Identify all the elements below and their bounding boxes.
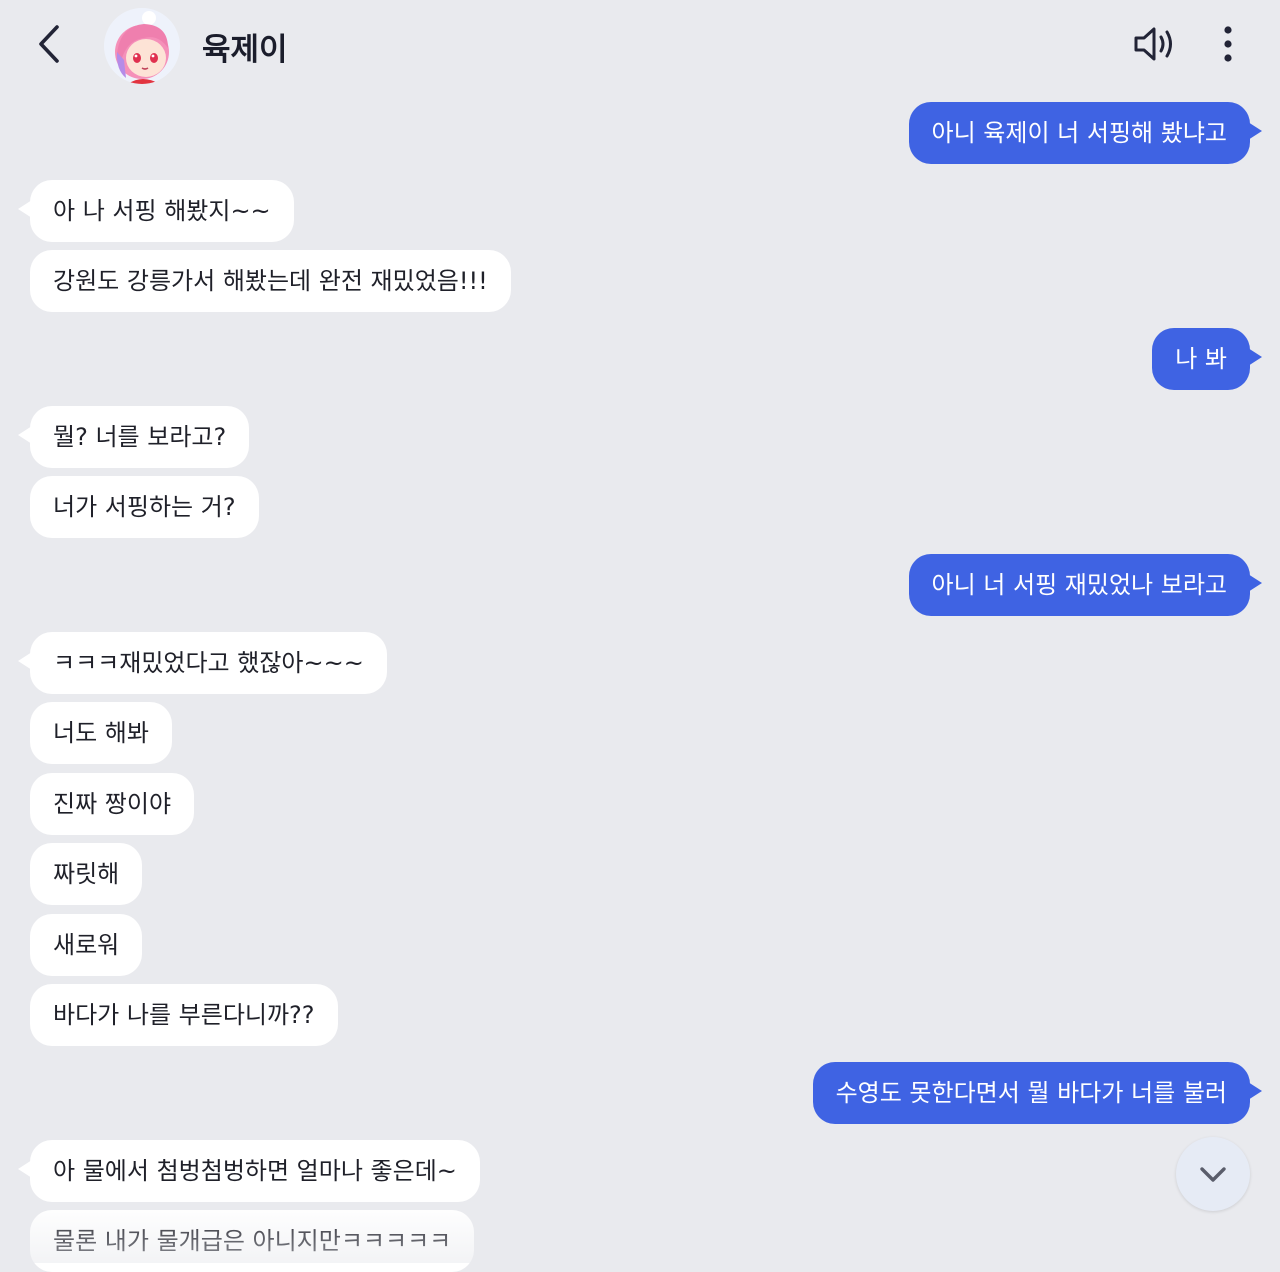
incoming-message[interactable]: 진짜 짱이야: [30, 773, 195, 835]
incoming-message[interactable]: 너가 서핑하는 거?: [30, 476, 259, 538]
avatar[interactable]: [104, 8, 180, 84]
chat-title: 육제이: [202, 32, 288, 68]
incoming-message[interactable]: ㅋㅋㅋ재밌었다고 했잖아~~~: [18, 632, 387, 694]
incoming-message[interactable]: 아 나 서핑 해봤지~~: [18, 180, 294, 242]
outgoing-message[interactable]: 수영도 못한다면서 뭘 바다가 너를 불러: [812, 1062, 1263, 1124]
back-button[interactable]: [30, 22, 70, 66]
character-avatar-image: [104, 8, 180, 84]
incoming-message[interactable]: 바다가 나를 부른다니까??: [30, 984, 338, 1046]
outgoing-message[interactable]: 아니 너 서핑 재밌었나 보라고: [908, 554, 1263, 616]
incoming-message[interactable]: 강원도 강릉가서 해봤는데 완전 재밌었음!!!: [30, 250, 511, 312]
outgoing-message[interactable]: 아니 육제이 너 서핑해 봤냐고: [908, 102, 1263, 164]
chevron-left-icon: [39, 25, 59, 63]
speaker-icon: [1134, 27, 1172, 61]
more-vertical-icon: [1224, 26, 1232, 62]
chat-header: 육제이: [0, 0, 1280, 92]
incoming-message[interactable]: 뭘? 너를 보라고?: [17, 406, 250, 468]
outgoing-message[interactable]: 나 봐: [1152, 328, 1262, 390]
more-options-button[interactable]: [1208, 22, 1248, 66]
incoming-message[interactable]: 새로워: [30, 914, 143, 976]
chevron-down-icon: [1200, 1167, 1226, 1182]
incoming-message[interactable]: 너도 해봐: [30, 702, 172, 764]
scroll-to-bottom-button[interactable]: [1176, 1137, 1250, 1211]
incoming-message[interactable]: 짜릿해: [30, 843, 143, 905]
sound-button[interactable]: [1132, 22, 1178, 66]
incoming-message[interactable]: 아 물에서 첨벙첨벙하면 얼마나 좋은데~: [18, 1140, 480, 1202]
